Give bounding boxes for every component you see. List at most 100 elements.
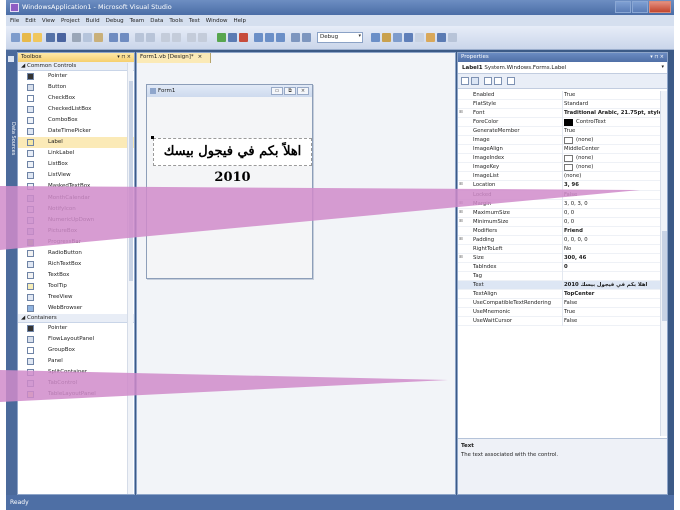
property-row-flatstyle[interactable]: FlatStyle Standard [458,100,661,110]
property-row-imageindex[interactable]: ImageIndex (none) [458,154,661,164]
properties-window-controls[interactable]: ▾ ⊓ × [650,54,664,60]
find-icon[interactable] [291,33,300,42]
property-row-tag[interactable]: Tag [458,271,661,281]
toolbox-item-combobox[interactable]: ComboBox [18,115,134,126]
property-row-usewaitcursor[interactable]: UseWaitCursor False [458,317,661,327]
property-row-text[interactable]: Text اهلاً بكم في فيجول بيسك 2010 [458,280,661,291]
property-value[interactable]: MiddleCenter [564,146,660,152]
property-pages-icon[interactable] [507,77,515,85]
property-value[interactable]: True [564,92,660,98]
group-common-controls[interactable]: ◢ Common Controls [18,62,134,71]
property-value[interactable]: (none) [564,173,660,179]
object-selector[interactable]: Label1 System.Windows.Forms.Label ▾ [458,62,667,74]
step-into-icon[interactable] [254,33,263,42]
toolbox-item-checkedlistbox[interactable]: CheckedListBox [18,104,134,115]
property-row-location[interactable]: ⊞ Location 3, 96 [458,181,661,191]
minimize-button[interactable] [615,1,631,13]
paste-icon[interactable] [94,33,103,42]
menu-edit[interactable]: Edit [25,18,36,24]
property-value[interactable]: (none) [564,155,660,163]
solution-configuration-dropdown[interactable]: Debug ▾ [317,32,363,43]
property-value[interactable]: Traditional Arabic, 21.75pt, style [564,110,660,116]
properties-scrollbar[interactable] [660,91,667,436]
property-value[interactable]: No [564,246,660,252]
property-value[interactable]: True [564,309,660,315]
properties-icon[interactable] [484,77,492,85]
form1-window[interactable]: Form1 ▭ ⧉ × اهلاً بكم في فيجول بيسك 2010 [146,84,313,279]
step-out-icon[interactable] [276,33,285,42]
toolbox-item-checkbox[interactable]: CheckBox [18,93,134,104]
toolbox-item-linklabel[interactable]: LinkLabel [18,148,134,159]
comment-icon[interactable] [187,33,196,42]
scrollbar-thumb[interactable] [662,231,667,321]
menu-project[interactable]: Project [61,18,80,24]
toolbox-item-flowlayoutpanel[interactable]: FlowLayoutPanel [18,334,134,345]
property-row-image[interactable]: Image (none) [458,136,661,146]
property-row-locked[interactable]: Locked False [458,190,661,200]
toolbox-item-groupbox[interactable]: GroupBox [18,345,134,356]
pause-icon[interactable] [228,33,237,42]
menu-file[interactable]: File [10,18,19,24]
toolbox-item-notifyicon[interactable]: NotifyIcon [18,204,134,215]
property-value[interactable]: Standard [564,101,660,107]
property-row-imagealign[interactable]: ImageAlign MiddleCenter [458,145,661,155]
find-in-files-icon[interactable] [302,33,311,42]
property-row-forecolor[interactable]: ForeColor ControlText [458,118,661,128]
property-row-generatemember[interactable]: GenerateMember True [458,127,661,137]
property-value[interactable]: 3, 96 [564,182,660,188]
expand-icon[interactable]: ⊞ [459,210,463,215]
expand-icon[interactable]: ⊞ [459,255,463,260]
menu-view[interactable]: View [42,18,55,24]
group-containers[interactable]: ◢ Containers [18,314,134,324]
toolbox-window-controls[interactable]: ▾ ⊓ × [117,54,131,60]
menu-build[interactable]: Build [86,18,100,24]
undo-icon[interactable] [109,33,118,42]
property-value[interactable]: ControlText [564,119,660,127]
maximize-button[interactable] [632,1,648,13]
close-tab-icon[interactable]: × [198,54,203,60]
property-value[interactable]: True [564,128,660,134]
step-over-icon[interactable] [265,33,274,42]
options-icon[interactable] [448,33,457,42]
property-value[interactable]: اهلاً بكم في فيجول بيسك 2010 [564,282,660,288]
navigate-back-icon[interactable] [135,33,144,42]
property-row-usemnemonic[interactable]: UseMnemonic True [458,308,661,318]
object-browser-icon[interactable] [404,33,413,42]
extension-manager-icon[interactable] [426,33,435,42]
data-sources-tab[interactable]: Data Sources [10,122,16,155]
redo-icon[interactable] [120,33,129,42]
toolbox-item-webbrowser[interactable]: WebBrowser [18,303,134,314]
toolbox-item-tablelayoutpanel[interactable]: TableLayoutPanel [18,389,134,400]
toolbox-scrollbar[interactable] [127,63,133,494]
toolbox-item-picturebox[interactable]: PictureBox [18,226,134,237]
property-row-minimumsize[interactable]: ⊞ MinimumSize 0, 0 [458,217,661,227]
new-project-icon[interactable] [11,33,20,42]
toolbox-item-button[interactable]: Button [18,82,134,93]
property-row-enabled[interactable]: Enabled True [458,91,661,101]
property-row-font[interactable]: ⊞ Font Traditional Arabic, 21.75pt, style [458,109,661,119]
close-button[interactable] [649,1,671,13]
toolbox-item-tooltip[interactable]: ToolTip [18,281,134,292]
toolbox-item-listbox[interactable]: ListBox [18,159,134,170]
toolbox-item-pointer[interactable]: Pointer [18,323,134,334]
property-row-margin[interactable]: ⊞ Margin 3, 0, 3, 0 [458,199,661,209]
property-row-textalign[interactable]: TextAlign TopCenter [458,290,661,300]
property-value[interactable]: (none) [564,164,660,172]
menu-window[interactable]: Window [206,18,228,24]
selection-handle[interactable] [151,136,154,139]
alphabetical-icon[interactable] [471,77,479,85]
copy-icon[interactable] [83,33,92,42]
property-row-modifiers[interactable]: Modifiers Friend [458,226,661,236]
toolbox-item-numericupdown[interactable]: NumericUpDown [18,215,134,226]
toolbox-item-splitcontainer[interactable]: SplitContainer [18,367,134,378]
toolbox-item-textbox[interactable]: TextBox [18,270,134,281]
expand-icon[interactable]: ⊞ [459,201,463,206]
cut-icon[interactable] [72,33,81,42]
property-value[interactable]: TopCenter [564,291,660,297]
menu-debug[interactable]: Debug [106,18,124,24]
redo-dropdown-icon[interactable] [172,33,181,42]
label1-control[interactable]: اهلاً بكم في فيجول بيسك 2010 [151,136,312,185]
properties-window-icon[interactable] [393,33,402,42]
menu-data[interactable]: Data [150,18,163,24]
property-row-usecompatibletextrendering[interactable]: UseCompatibleTextRendering False [458,299,661,309]
